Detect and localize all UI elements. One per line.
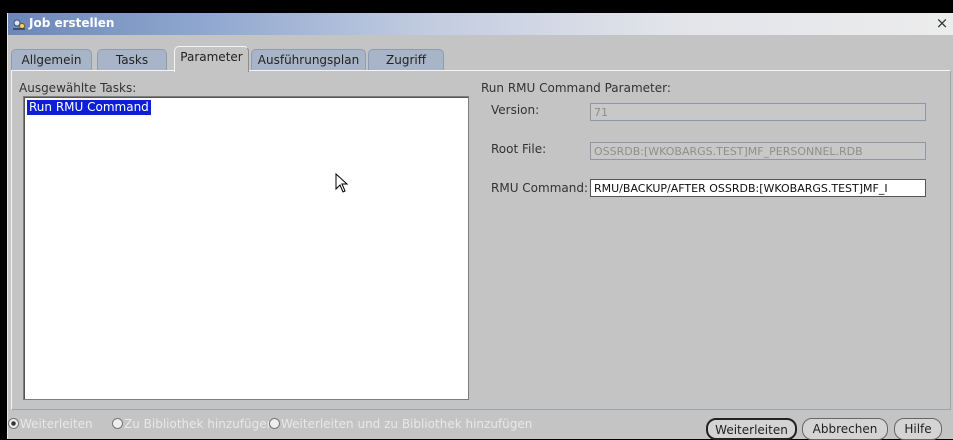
tab-bar: Allgemein Tasks Parameter Ausführungspla… [8, 46, 953, 72]
forward-button[interactable]: Weiterleiten [706, 418, 797, 440]
cancel-button[interactable]: Abbrechen [802, 418, 888, 440]
radio-weiterleiten[interactable]: Weiterleiten [8, 417, 93, 431]
rmu-command-field[interactable]: RMU/BACKUP/AFTER OSSRDB:[WKOBARGS.TEST]M… [590, 179, 926, 197]
radio-weiterleiten-und-bibliothek[interactable]: Weiterleiten und zu Bibliothek hinzufüge… [269, 417, 532, 431]
radio-zu-bibliothek[interactable]: Zu Bibliothek hinzufügen [112, 417, 274, 431]
close-icon[interactable]: × [935, 15, 949, 31]
radio-icon [112, 418, 123, 429]
tab-parameter[interactable]: Parameter [174, 46, 249, 72]
title-bar: Job erstellen × [8, 13, 953, 35]
tab-ausfuehrungsplan[interactable]: Ausführungsplan [251, 49, 366, 71]
root-file-field[interactable]: OSSRDB:[WKOBARGS.TEST]MF_PERSONNEL.RDB [590, 142, 926, 160]
parameter-section-title: Run RMU Command Parameter: [481, 81, 671, 95]
radio-icon [269, 418, 280, 429]
radio-selected-icon [8, 418, 19, 429]
mouse-cursor-icon [335, 173, 349, 193]
selected-tasks-list[interactable]: Run RMU Command [23, 96, 469, 400]
tab-zugriff[interactable]: Zugriff [368, 49, 444, 71]
job-icon [13, 19, 25, 30]
root-file-label: Root File: [491, 142, 547, 156]
version-label: Version: [491, 103, 540, 117]
window-title: Job erstellen [29, 16, 115, 30]
selected-tasks-label: Ausgewählte Tasks: [19, 81, 137, 95]
bottom-bar: Weiterleiten Zu Bibliothek hinzufügen We… [0, 412, 953, 440]
rmu-command-label: RMU Command: [491, 181, 589, 195]
tab-allgemein[interactable]: Allgemein [11, 49, 92, 71]
list-item[interactable]: Run RMU Command [27, 100, 151, 115]
version-field[interactable]: 71 [590, 103, 926, 121]
tab-tasks[interactable]: Tasks [97, 49, 167, 71]
help-button[interactable]: Hilfe [894, 418, 942, 440]
